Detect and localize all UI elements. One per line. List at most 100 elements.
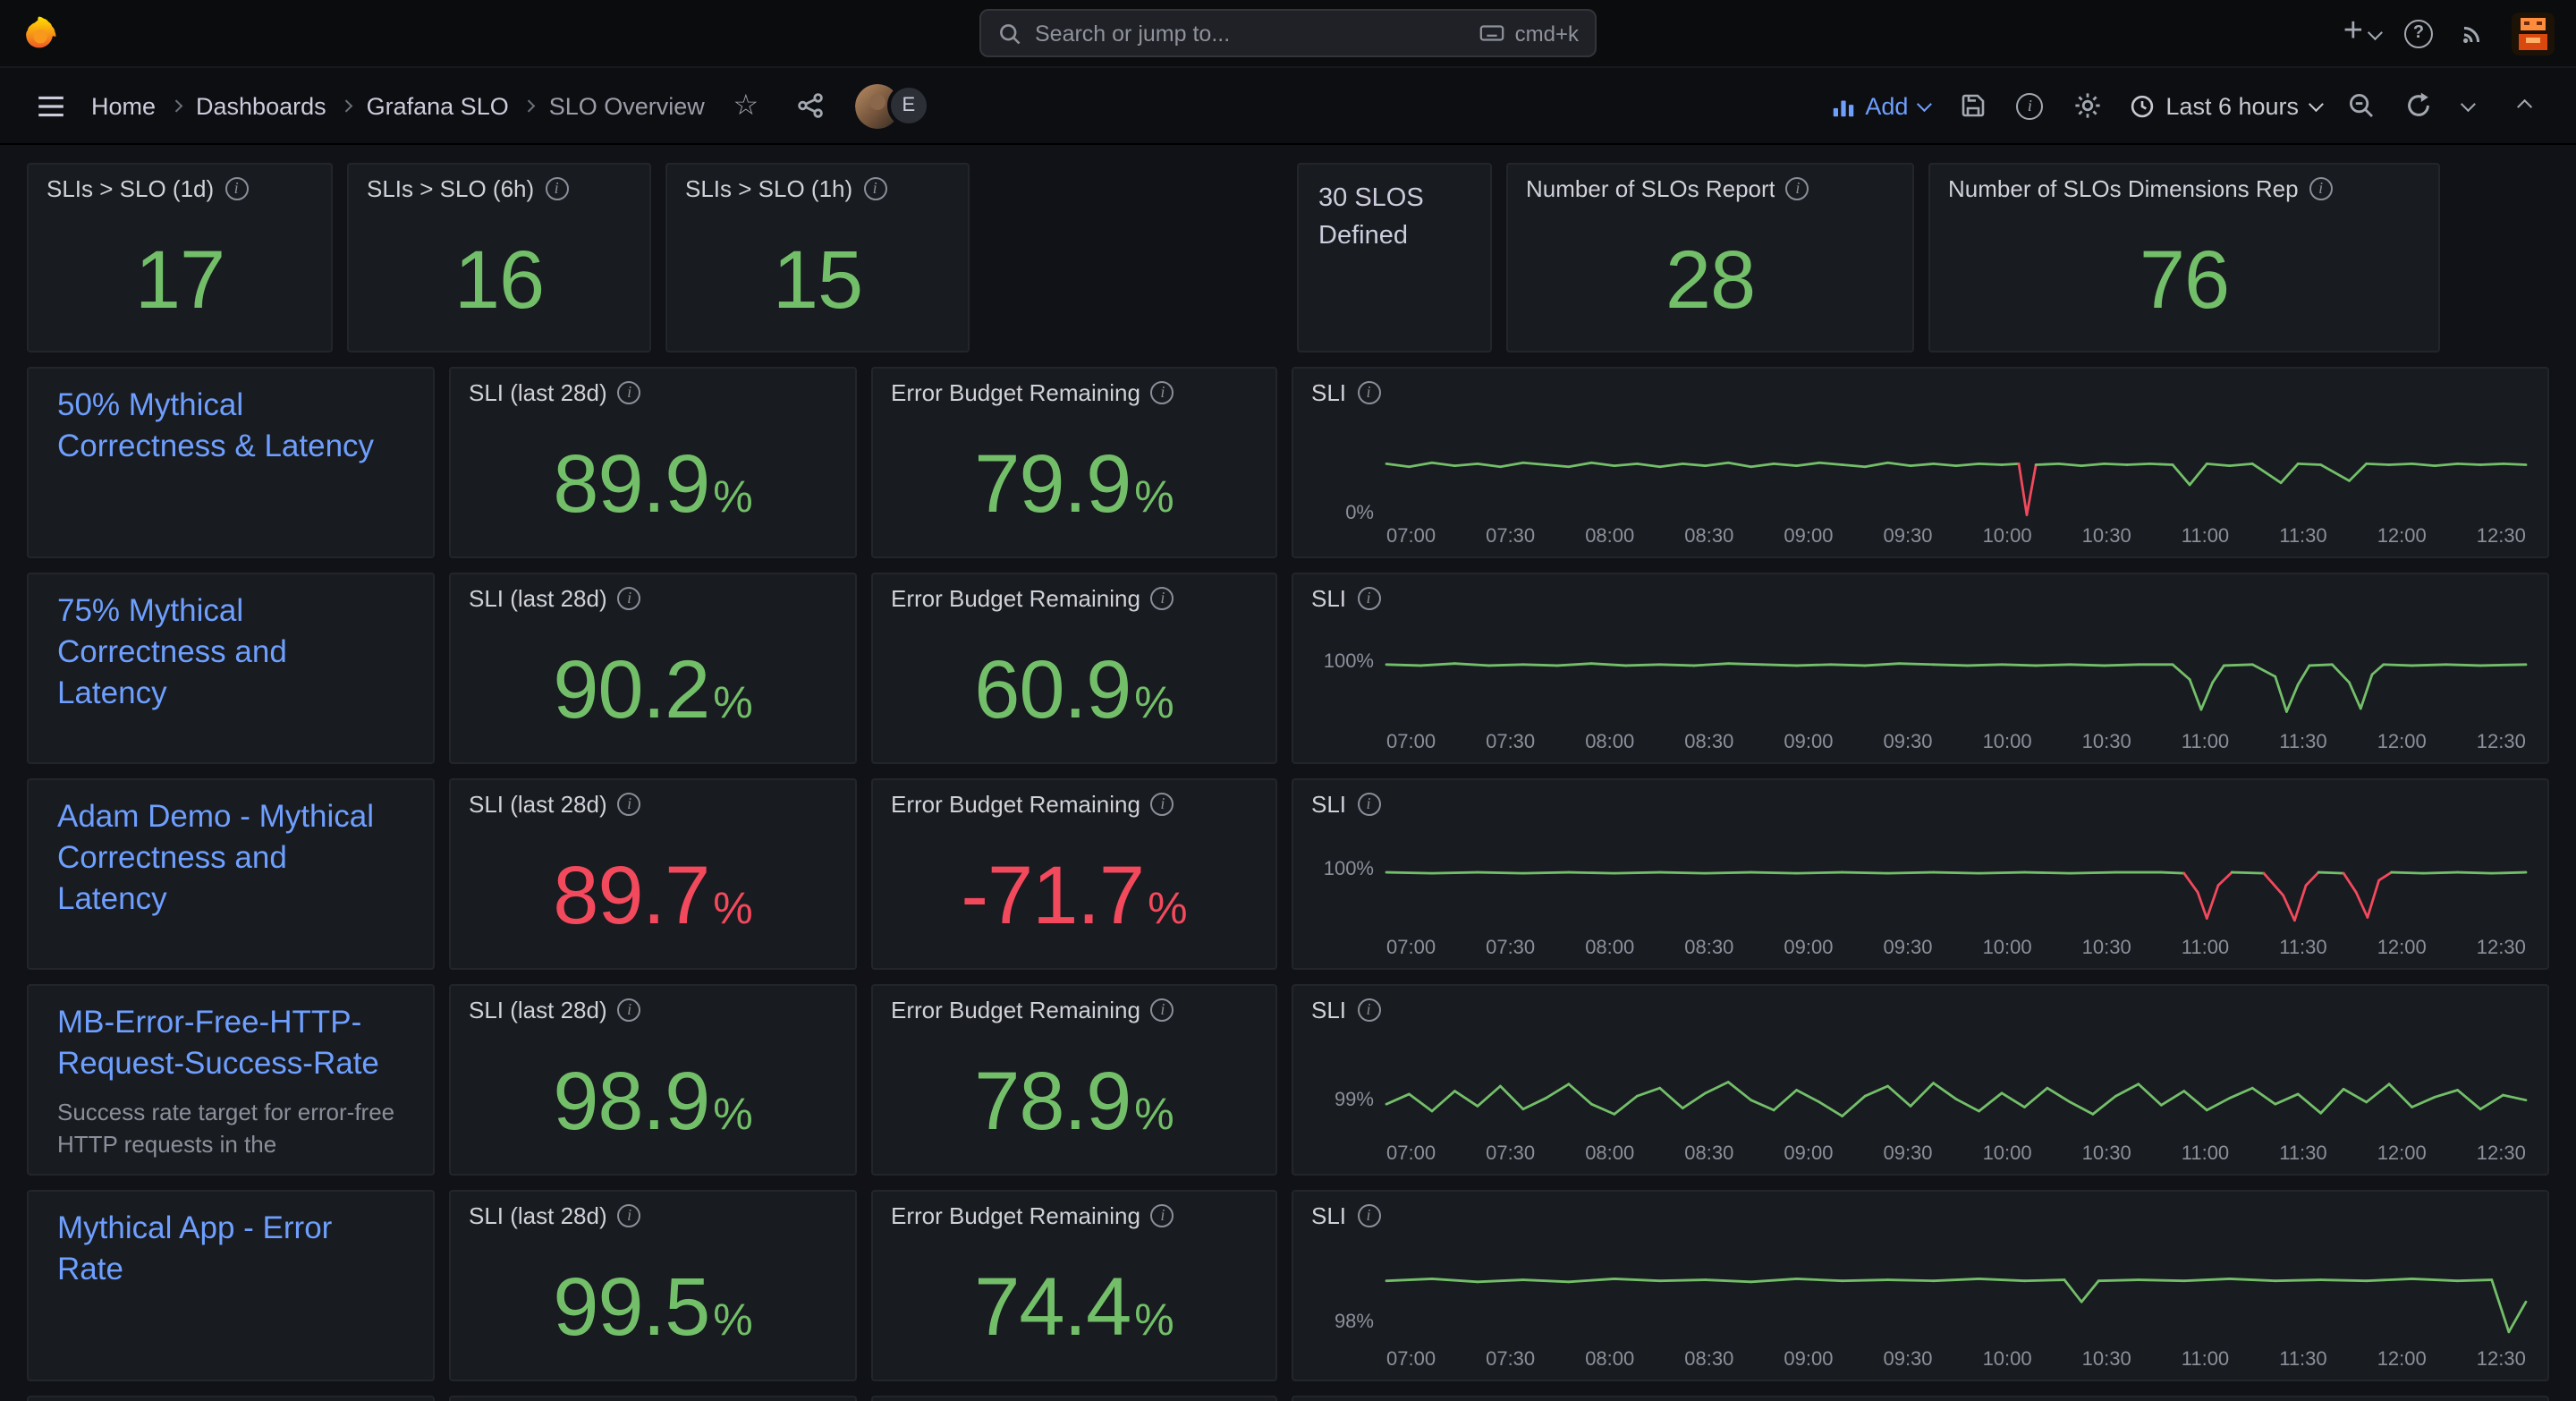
dashboard-insights-icon[interactable]: i — [2006, 82, 2053, 129]
stat-value: 28 — [1665, 237, 1755, 319]
error-budget-panel: Error Budget Remaining 79.9% — [871, 367, 1277, 558]
x-tick-label: 07:00 — [1386, 1347, 1436, 1372]
menu-toggle-icon[interactable] — [27, 82, 73, 129]
info-icon[interactable] — [1786, 177, 1809, 200]
info-icon[interactable] — [1357, 381, 1380, 404]
panel-title: SLI (last 28d) — [469, 1202, 607, 1229]
x-tick-label: 11:30 — [2279, 1142, 2326, 1167]
x-tick-label: 12:30 — [2477, 730, 2526, 755]
y-axis-tick: 100% — [1324, 860, 1386, 881]
info-icon[interactable] — [2309, 177, 2333, 200]
slo-link[interactable]: 50% Mythical Correctness & Latency — [57, 385, 404, 467]
breadcrumb-dashboards[interactable]: Dashboards — [196, 92, 326, 119]
y-axis-tick: 99% — [1335, 1090, 1386, 1111]
info-icon[interactable] — [1151, 1204, 1174, 1227]
slo-title-panel: Mythical App - Error Rate — [27, 1190, 435, 1381]
chevron-right-icon — [525, 102, 533, 110]
info-icon[interactable] — [618, 793, 641, 816]
sli-sparkline[interactable] — [1386, 830, 2526, 930]
stat-panel-slo-1h: SLIs > SLO (1h) 15 — [665, 163, 970, 352]
clock-icon — [2128, 92, 2155, 119]
text-panel-slos-defined: 30 SLOS Defined — [1297, 163, 1492, 352]
info-icon[interactable] — [1151, 381, 1174, 404]
panel-title: Error Budget Remaining — [891, 585, 1140, 612]
stat-unit: % — [1134, 682, 1174, 726]
save-dashboard-icon[interactable] — [1949, 82, 1996, 129]
zoom-out-icon[interactable] — [2338, 82, 2385, 129]
slo-link[interactable]: Adam Demo - Mythical Correctness and Lat… — [57, 796, 404, 921]
sli-chart-panel: SLI 98% 07:0007:3008:0008:3009:0009:3010… — [1292, 1190, 2549, 1381]
dashboard-settings-icon[interactable] — [2063, 82, 2110, 129]
stat-panel-slo-6h: SLIs > SLO (6h) 16 — [347, 163, 651, 352]
refresh-interval-dropdown[interactable] — [2453, 82, 2481, 129]
sli-sparkline[interactable] — [1386, 1036, 2526, 1136]
star-icon[interactable]: ☆ — [723, 82, 769, 129]
error-budget-panel — [871, 1396, 1277, 1401]
presence-indicator[interactable]: E — [855, 83, 930, 128]
add-button[interactable]: Add — [1818, 92, 1938, 119]
info-icon[interactable] — [1151, 998, 1174, 1022]
x-tick-label: 09:00 — [1784, 1142, 1833, 1167]
info-icon[interactable] — [1357, 998, 1380, 1022]
x-tick-label: 08:00 — [1585, 730, 1634, 755]
chevron-right-icon — [172, 102, 180, 110]
new-menu-button[interactable]: + — [2343, 18, 2379, 48]
x-tick-label: 09:00 — [1784, 936, 1833, 961]
x-tick-label: 09:30 — [1883, 730, 1932, 755]
x-tick-label: 12:00 — [2377, 1142, 2427, 1167]
x-tick-label: 10:30 — [2082, 936, 2131, 961]
stat-value: 98.9 — [553, 1059, 709, 1142]
info-icon[interactable] — [618, 1204, 641, 1227]
collapse-toolbar-icon[interactable] — [2503, 82, 2549, 129]
sli-sparkline[interactable] — [1386, 419, 2526, 519]
slo-link[interactable]: MB-Error-Free-HTTP-Request-Success-Rate — [57, 1002, 404, 1084]
error-budget-panel: Error Budget Remaining 74.4% — [871, 1190, 1277, 1381]
panel-title: SLI (last 28d) — [469, 997, 607, 1023]
info-icon[interactable] — [1357, 1204, 1380, 1227]
info-icon[interactable] — [225, 177, 248, 200]
stat-unit: % — [713, 1093, 752, 1138]
x-tick-label: 12:30 — [2477, 524, 2526, 549]
x-tick-label: 12:00 — [2377, 936, 2427, 961]
breadcrumb: Home Dashboards Grafana SLO SLO Overview — [91, 92, 705, 119]
info-icon[interactable] — [1151, 587, 1174, 610]
search-box[interactable]: cmd+k — [979, 9, 1597, 57]
panel-title: SLI (last 28d) — [469, 585, 607, 612]
info-icon[interactable] — [545, 177, 568, 200]
x-tick-label: 11:00 — [2182, 1347, 2229, 1372]
slo-link[interactable]: Mythical App - Error Rate — [57, 1208, 404, 1290]
time-range-picker[interactable]: Last 6 hours — [2121, 92, 2327, 119]
info-icon[interactable] — [618, 381, 641, 404]
x-tick-label: 07:30 — [1486, 936, 1535, 961]
panel-title: Error Budget Remaining — [891, 997, 1140, 1023]
stat-unit: % — [1134, 476, 1174, 521]
info-icon[interactable] — [1151, 793, 1174, 816]
share-icon[interactable] — [787, 82, 834, 129]
news-rss-icon[interactable] — [2458, 19, 2487, 47]
user-avatar[interactable] — [2512, 12, 2555, 55]
panel-title: SLIs > SLO (1h) — [685, 175, 852, 202]
breadcrumb-folder[interactable]: Grafana SLO — [367, 92, 509, 119]
refresh-icon[interactable] — [2395, 82, 2442, 129]
x-tick-label: 10:00 — [1983, 524, 2032, 549]
breadcrumb-home[interactable]: Home — [91, 92, 156, 119]
search-input[interactable] — [1035, 21, 1467, 46]
info-icon[interactable] — [1357, 587, 1380, 610]
shortcut-label: cmd+k — [1515, 21, 1579, 46]
stat-value: 79.9 — [974, 442, 1131, 524]
x-axis-ticks: 07:0007:3008:0008:3009:0009:3010:0010:30… — [1386, 524, 2526, 549]
info-icon[interactable] — [1357, 793, 1380, 816]
help-icon[interactable] — [2404, 19, 2433, 47]
stat-value: 76 — [2140, 237, 2229, 319]
presence-badge[interactable]: E — [887, 84, 930, 127]
sli-sparkline[interactable] — [1386, 624, 2526, 725]
info-icon[interactable] — [618, 998, 641, 1022]
info-icon[interactable] — [863, 177, 886, 200]
stat-value: 17 — [135, 237, 225, 319]
y-axis-tick: 100% — [1324, 651, 1386, 673]
slo-link[interactable]: 75% Mythical Correctness and Latency — [57, 590, 404, 715]
info-icon[interactable] — [618, 587, 641, 610]
sli-chart-panel — [1292, 1396, 2549, 1401]
sli-sparkline[interactable] — [1386, 1242, 2526, 1342]
grafana-logo[interactable] — [21, 13, 61, 53]
